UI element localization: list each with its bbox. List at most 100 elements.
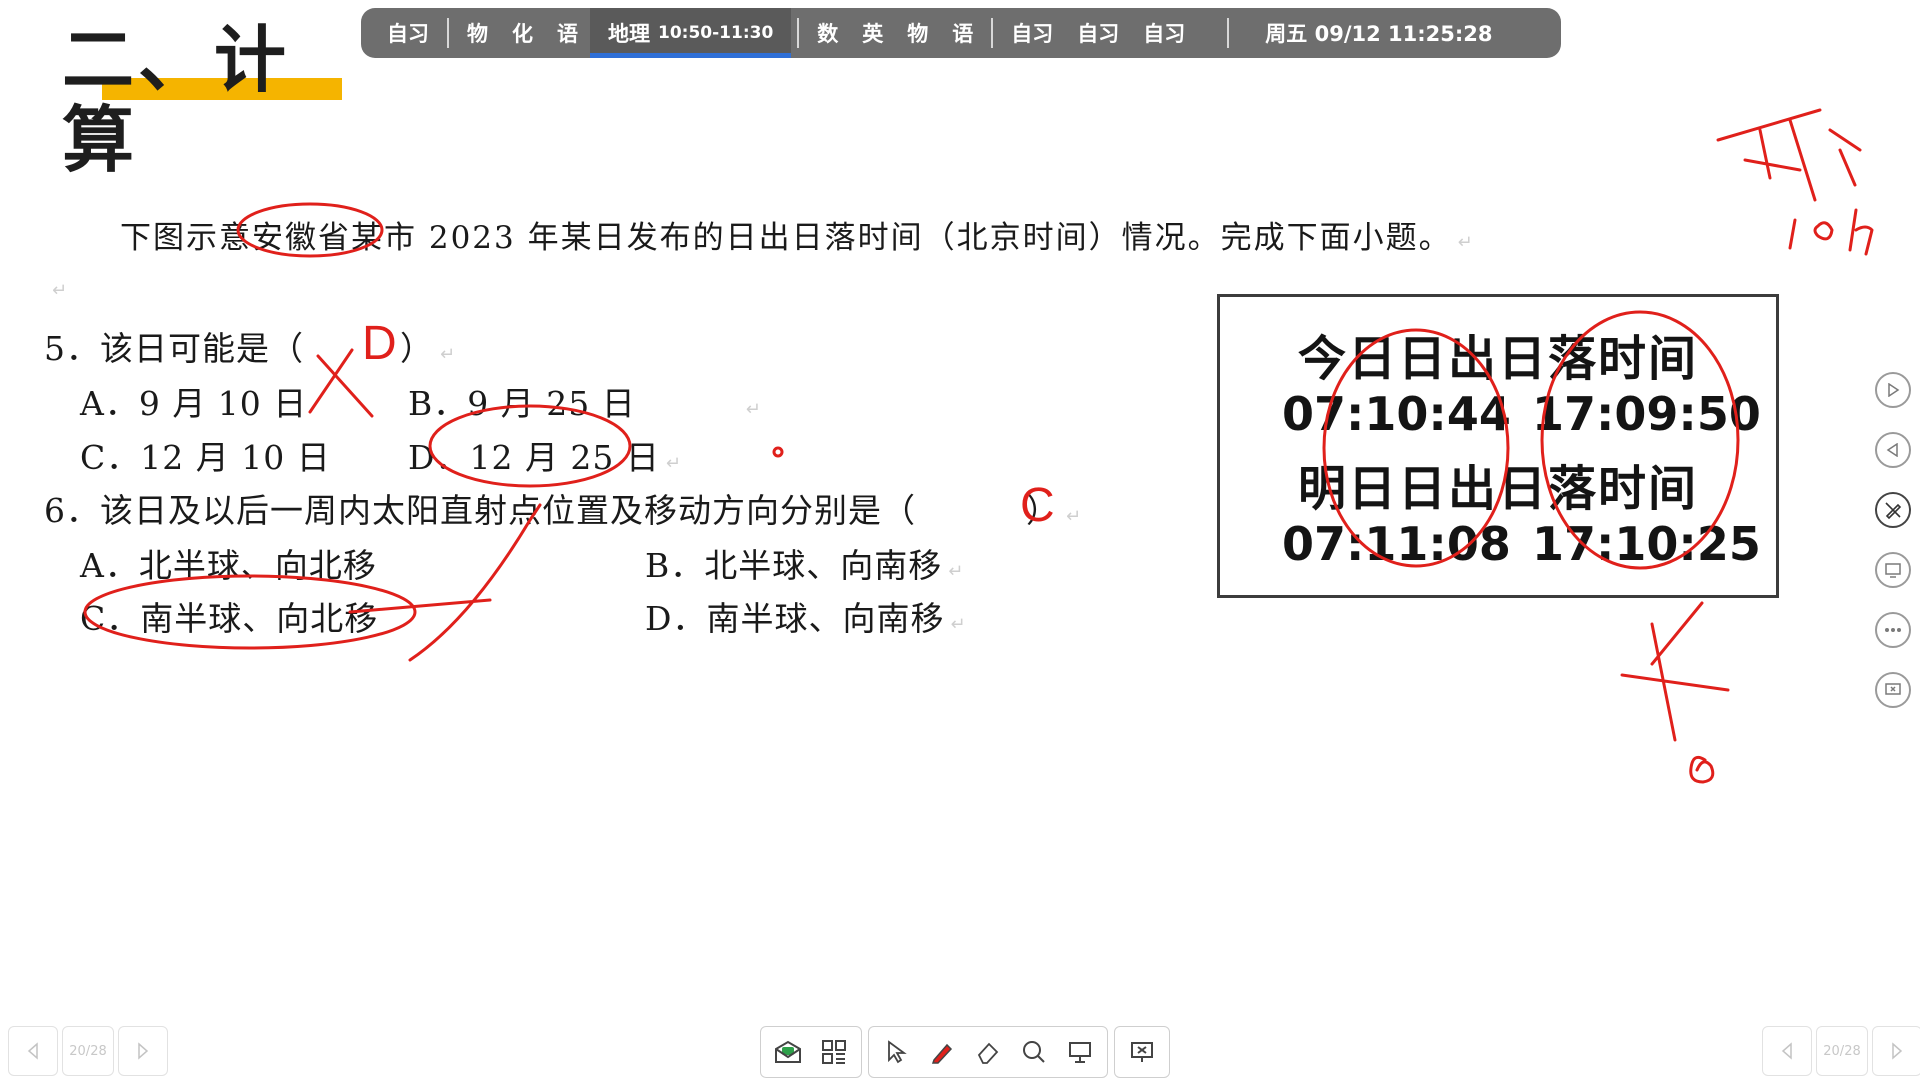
- envelope-icon: [775, 1040, 801, 1063]
- next-play-button[interactable]: [1875, 372, 1911, 408]
- chevron-right-icon: [1892, 1042, 1903, 1060]
- period-chinese: 语: [557, 22, 578, 46]
- q5-option-d: D．12 月 25 日 ↵: [408, 431, 682, 479]
- close-screen-icon: [1131, 1042, 1153, 1062]
- ink-scribble: [1689, 755, 1715, 784]
- period-math: 数: [817, 22, 839, 46]
- pager-left: 20/28: [8, 1026, 168, 1076]
- prev-page-button[interactable]: [8, 1026, 58, 1076]
- q6-option-d-text: D．南半球、向南移: [645, 599, 945, 638]
- toolbar-group-apps: [760, 1026, 862, 1078]
- chevron-right-icon: [138, 1042, 149, 1060]
- screen-icon: [1069, 1042, 1091, 1063]
- period-self-study-3: 自习: [1077, 22, 1120, 46]
- paragraph-mark: ↵: [52, 280, 68, 301]
- schedule-divider: [1227, 18, 1230, 48]
- ink-long-mark: [1620, 601, 1730, 742]
- empty-line: ↵: [46, 280, 67, 301]
- eraser-icon: [977, 1042, 999, 1064]
- period-self-study-2: 自习: [1011, 22, 1054, 46]
- q6-option-a: A．北半球、向北移: [80, 546, 377, 585]
- tomorrow-sunrise: 07:11:08: [1282, 517, 1511, 571]
- ink-dot: [772, 446, 784, 458]
- current-period-time: 10:50-11:30: [658, 23, 774, 43]
- search-button[interactable]: [1011, 1029, 1057, 1075]
- toolbar-group-draw: [868, 1026, 1108, 1078]
- play-icon: [1888, 383, 1900, 397]
- sunrise-sunset-table: 今日日出日落时间 07:10:44 17:09:50 明日日出日落时间 07:1…: [1217, 294, 1779, 598]
- paragraph-mark: ↵: [1066, 506, 1083, 527]
- eraser-button[interactable]: [965, 1029, 1011, 1075]
- paragraph-mark: ↵: [745, 399, 762, 420]
- pen-tool-button[interactable]: [1875, 492, 1911, 528]
- search-icon: [1023, 1041, 1045, 1063]
- period-chemistry: 化: [512, 22, 533, 46]
- schedule-divider: [991, 18, 994, 48]
- chevron-left-icon: [1781, 1042, 1792, 1060]
- date-time-clock: 周五 09/12 11:25:28: [1265, 22, 1493, 46]
- close-screen-button[interactable]: [1875, 672, 1911, 708]
- toolbar-group-end: [1114, 1026, 1170, 1078]
- back-icon: [1886, 443, 1898, 457]
- current-period-label: 地理: [608, 22, 650, 46]
- today-sunset: 17:09:50: [1532, 387, 1761, 441]
- schedule-divider: [797, 18, 800, 48]
- current-period-indicator: [590, 53, 792, 58]
- screen-icon: [1885, 563, 1901, 578]
- q6-stem-text: 6．该日及以后一周内太阳直射点位置及移动方向分别是（: [44, 491, 916, 530]
- q6-option-b: B．北半球、向南移 ↵: [645, 539, 964, 587]
- page-number-right: 20/28: [1816, 1026, 1868, 1076]
- today-title: 今日日出日落时间: [1297, 331, 1698, 387]
- select-tool-button[interactable]: [873, 1029, 919, 1075]
- pen-tool-button-bottom[interactable]: [919, 1029, 965, 1075]
- paragraph-mark: ↵: [1457, 232, 1475, 253]
- board-button[interactable]: [1057, 1029, 1103, 1075]
- close-screen-icon: [1885, 683, 1901, 695]
- q6-answer-handwritten: C: [1020, 479, 1055, 532]
- end-presentation-button[interactable]: [1119, 1029, 1165, 1075]
- class-schedule-bar: 自习 物 化 语 地理 10:50-11:30 数 英 物 语 自习 自习 自习…: [361, 8, 1561, 58]
- prev-page-button-right[interactable]: [1762, 1026, 1812, 1076]
- q6-option-b-text: B．北半球、向南移: [645, 546, 943, 585]
- q6-option-d: D．南半球、向南移 ↵: [645, 592, 967, 640]
- period-english: 英: [862, 22, 884, 46]
- q5-option-d-text: D．12 月 25 日: [408, 438, 660, 477]
- tomorrow-title: 明日日出日落时间: [1297, 461, 1698, 517]
- screen-capture-button[interactable]: [1875, 552, 1911, 588]
- page-number: 20/28: [62, 1026, 114, 1076]
- q5-option-c: C．12 月 10 日: [80, 438, 331, 477]
- intro-paragraph: 下图示意安徽省某市 2023 年某日发布的日出日落时间（北京时间）情况。完成下面…: [120, 212, 1475, 257]
- apps-grid-button[interactable]: [811, 1029, 857, 1075]
- mail-button[interactable]: [765, 1029, 811, 1075]
- previous-button[interactable]: [1875, 432, 1911, 468]
- ink-note-top-right: [1716, 108, 1862, 202]
- q5-option-a: A．9 月 10 日: [80, 384, 308, 423]
- cursor-icon: [888, 1040, 907, 1064]
- ink-note-10h: [1788, 208, 1874, 256]
- bottom-toolbar: [760, 1026, 1176, 1078]
- next-page-button[interactable]: [118, 1026, 168, 1076]
- next-page-button-right[interactable]: [1872, 1026, 1920, 1076]
- period-self-study-4: 自习: [1143, 22, 1186, 46]
- pager-right: 20/28: [1762, 1026, 1920, 1076]
- intro-text: 下图示意安徽省某市 2023 年某日发布的日出日落时间（北京时间）情况。完成下面…: [120, 220, 1452, 256]
- tomorrow-sunset: 17:10:25: [1532, 517, 1761, 571]
- q5-answer-handwritten: D: [362, 317, 397, 370]
- q5-option-b: B．9 月 25 日 ↵: [408, 377, 762, 425]
- q5-stem-text: 5．该日可能是（: [44, 329, 304, 368]
- period-physics: 物: [467, 22, 488, 46]
- q5-option-b-text: B．9 月 25 日: [408, 384, 636, 423]
- section-heading: 二、计算: [62, 14, 342, 180]
- more-button[interactable]: [1875, 612, 1911, 648]
- period-chinese-2: 语: [952, 22, 974, 46]
- q6-option-c: C．南半球、向北移: [80, 599, 379, 638]
- chevron-left-icon: [27, 1042, 38, 1060]
- period-self-study: 自习: [387, 22, 429, 46]
- q5-close-paren: ）: [400, 329, 434, 368]
- period-physics-2: 物: [907, 22, 929, 46]
- paragraph-mark: ↵: [948, 561, 965, 582]
- heading-text: 二、计算: [62, 18, 291, 182]
- paragraph-mark: ↵: [665, 453, 683, 474]
- today-sunrise: 07:10:44: [1282, 387, 1511, 441]
- paragraph-mark: ↵: [440, 344, 457, 365]
